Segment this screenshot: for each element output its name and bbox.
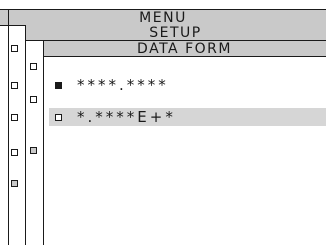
level1-item-marker-active[interactable] [11, 180, 18, 187]
level2-item-marker[interactable] [30, 96, 37, 103]
level2-item-marker[interactable] [30, 63, 37, 70]
menu-title-bar: MENU [0, 9, 326, 26]
page-title: DATA FORM [137, 40, 232, 57]
level2-item-marker-active[interactable] [30, 147, 37, 154]
level1-item-marker[interactable] [11, 114, 18, 121]
level1-item-marker[interactable] [11, 45, 18, 52]
option-row[interactable]: ****.**** [49, 76, 326, 94]
option-row-highlighted[interactable]: *.****E+* [49, 108, 326, 126]
lcd-screen: MENU SETUP DATA FORM ****.**** *.****E+* [0, 0, 326, 245]
setup-title: SETUP [149, 24, 202, 41]
menu-level-2-divider [25, 25, 26, 245]
selected-radio-indicator [55, 82, 62, 89]
level1-item-marker[interactable] [11, 82, 18, 89]
menu-level-1-divider [8, 10, 9, 245]
setup-title-bar: SETUP [25, 25, 326, 41]
unselected-radio-indicator [55, 114, 62, 121]
menu-level-3-divider [43, 41, 44, 245]
data-form-title-bar: DATA FORM [43, 41, 326, 57]
option-label: *.****E+* [77, 108, 176, 126]
option-label: ****.**** [77, 76, 169, 94]
menu-title: MENU [139, 9, 187, 26]
level1-item-marker[interactable] [11, 149, 18, 156]
